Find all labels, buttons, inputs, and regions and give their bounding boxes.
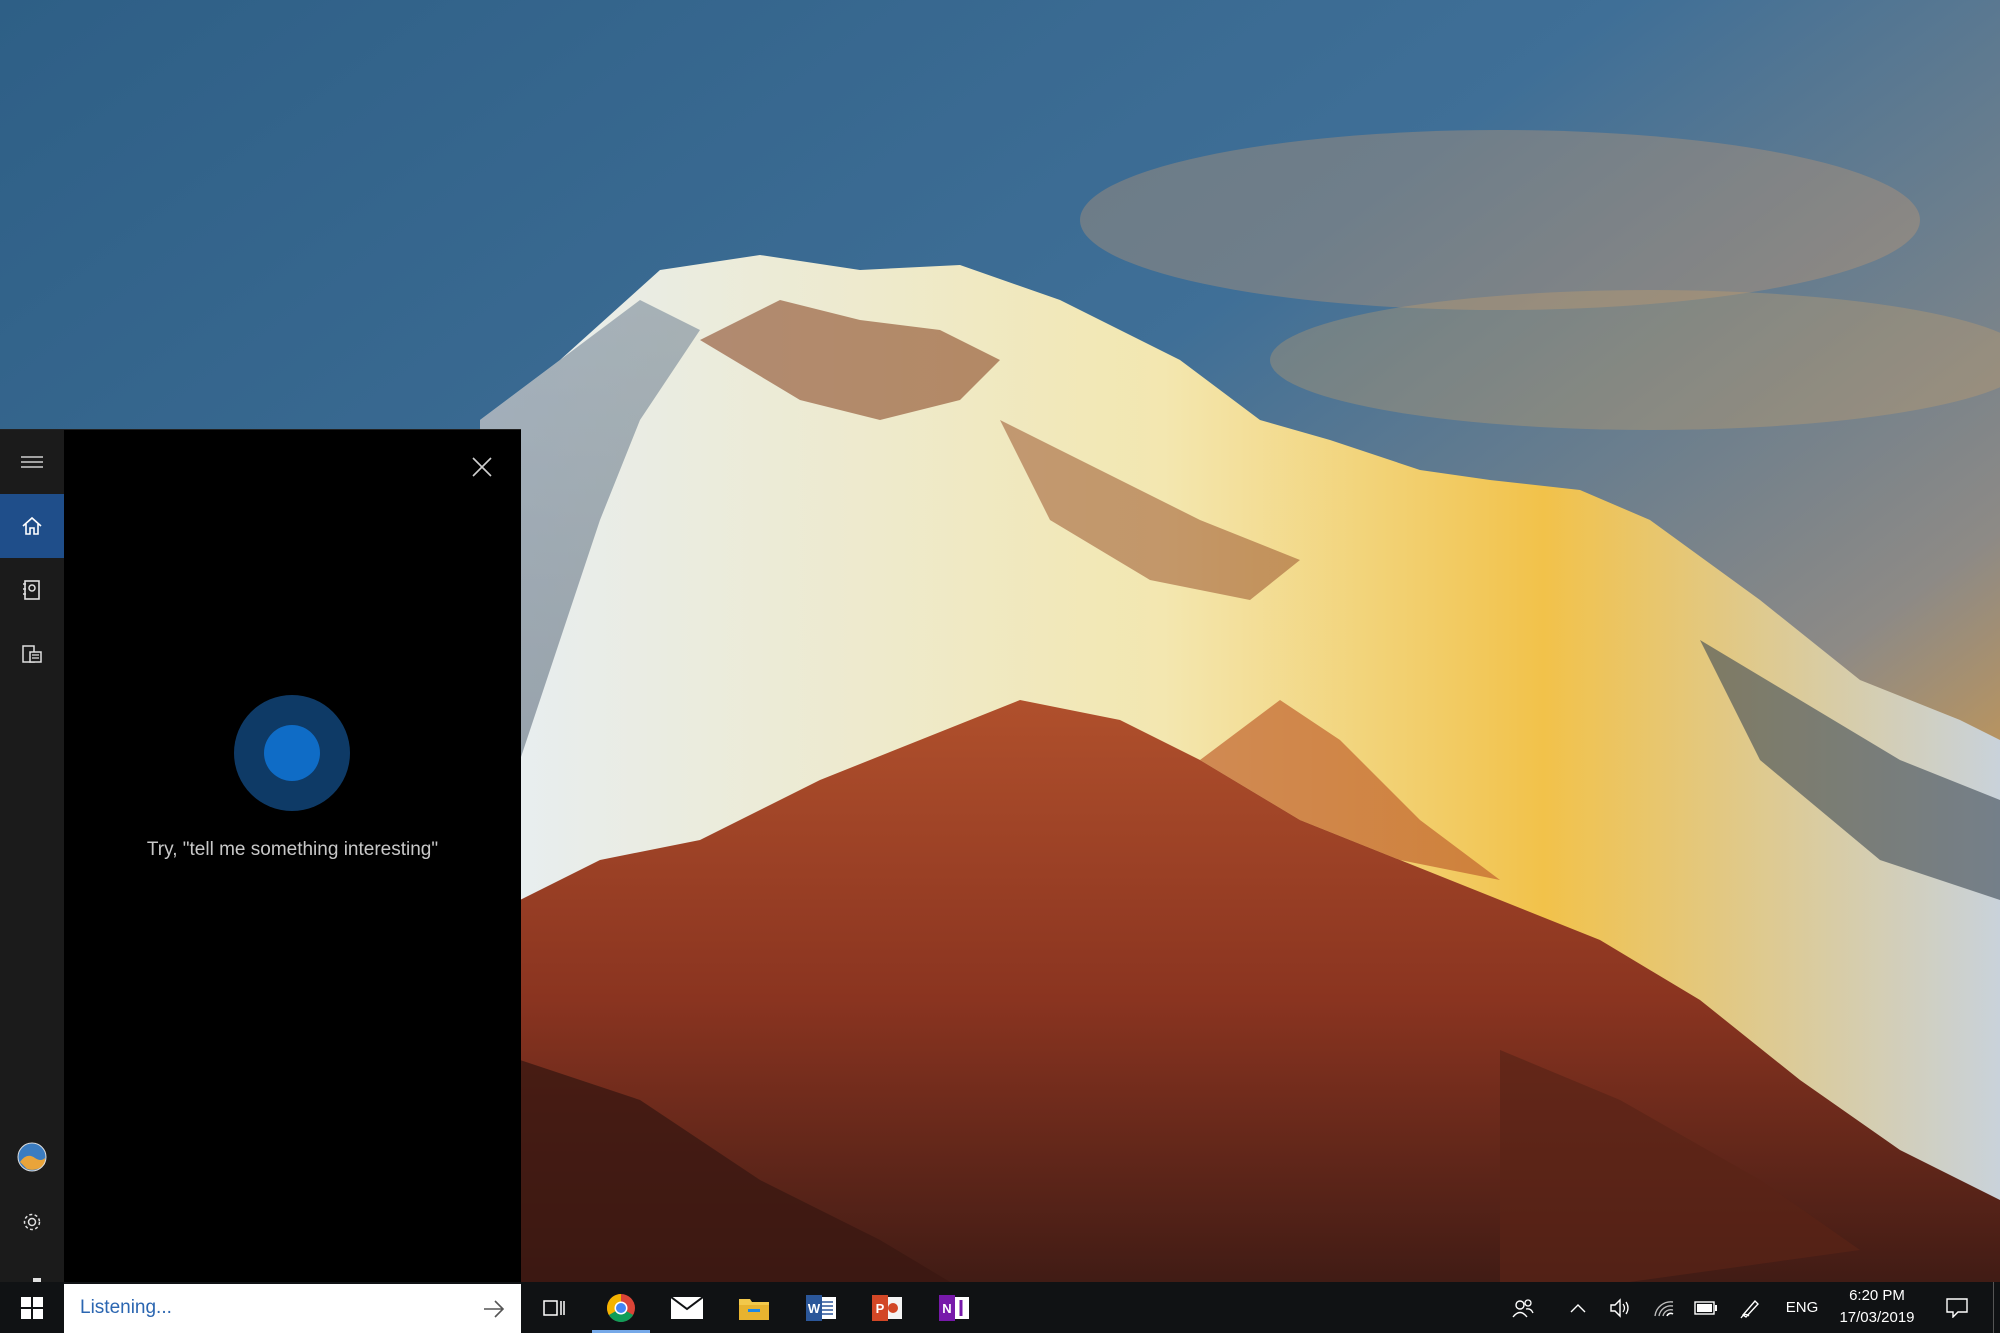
search-input[interactable]: Listening... [80, 1297, 172, 1319]
close-icon [472, 457, 492, 477]
file-explorer-icon [739, 1298, 769, 1320]
gear-icon [23, 1213, 41, 1231]
home-button[interactable] [0, 494, 64, 558]
cortana-orb [234, 695, 350, 811]
battery-button[interactable] [1686, 1282, 1726, 1333]
input-language-button[interactable]: ENG [1780, 1282, 1824, 1333]
language-indicator: ENG [1785, 1299, 1819, 1316]
network-button[interactable] [1644, 1282, 1684, 1333]
people-icon [1512, 1298, 1534, 1317]
devices-icon [22, 645, 42, 663]
onenote-icon: N [939, 1294, 969, 1321]
devices-button[interactable] [0, 622, 64, 686]
onenote-button[interactable]: N [921, 1282, 987, 1333]
svg-text:W: W [808, 1301, 821, 1316]
wifi-icon [1654, 1300, 1674, 1316]
task-view-icon [543, 1299, 565, 1316]
show-hidden-icons-button[interactable] [1558, 1282, 1598, 1333]
task-view-button[interactable] [521, 1282, 587, 1333]
powerpoint-button[interactable]: P [854, 1282, 920, 1333]
powerpoint-icon: P [872, 1294, 902, 1321]
cortana-hint-text: Try, "tell me something interesting" [146, 839, 439, 860]
action-center-button[interactable] [1936, 1282, 1978, 1333]
avatar [17, 1142, 47, 1172]
start-button[interactable] [0, 1282, 64, 1333]
word-button[interactable]: W [788, 1282, 854, 1333]
svg-text:P: P [876, 1301, 885, 1316]
file-explorer-button[interactable] [721, 1282, 787, 1333]
arrow-right-icon[interactable] [481, 1296, 507, 1322]
svg-text:N: N [942, 1301, 951, 1316]
cortana-panel: Try, "tell me something interesting" [0, 429, 521, 1296]
pen-workspace-button[interactable] [1730, 1282, 1770, 1333]
clock-time: 6:20 PM [1849, 1287, 1905, 1304]
account-button[interactable] [0, 1125, 64, 1189]
notebook-button[interactable] [0, 558, 64, 622]
hamburger-icon [21, 456, 43, 468]
notification-icon [1946, 1297, 1968, 1318]
clock[interactable]: 6:20 PM 17/03/2019 [1822, 1282, 1932, 1333]
menu-button[interactable] [0, 430, 64, 494]
volume-icon [1610, 1297, 1629, 1318]
people-button[interactable] [1502, 1282, 1544, 1333]
cortana-side-rail [0, 430, 64, 1296]
chrome-button[interactable] [588, 1282, 654, 1333]
home-icon [22, 516, 42, 535]
show-desktop-button[interactable] [1993, 1282, 2000, 1333]
chrome-icon [607, 1293, 635, 1322]
close-button[interactable] [459, 444, 505, 490]
battery-icon [1694, 1300, 1717, 1315]
volume-button[interactable] [1600, 1282, 1640, 1333]
mail-button[interactable] [654, 1282, 720, 1333]
notebook-icon [23, 580, 40, 600]
pen-icon [1740, 1299, 1759, 1318]
clock-date: 17/03/2019 [1839, 1309, 1915, 1326]
windows-logo-icon [21, 1296, 43, 1319]
word-icon: W [806, 1294, 836, 1321]
settings-button[interactable] [0, 1190, 64, 1254]
mail-icon [671, 1296, 703, 1319]
chevron-up-icon [1570, 1303, 1586, 1312]
cortana-search-box[interactable]: Listening... [64, 1284, 521, 1333]
